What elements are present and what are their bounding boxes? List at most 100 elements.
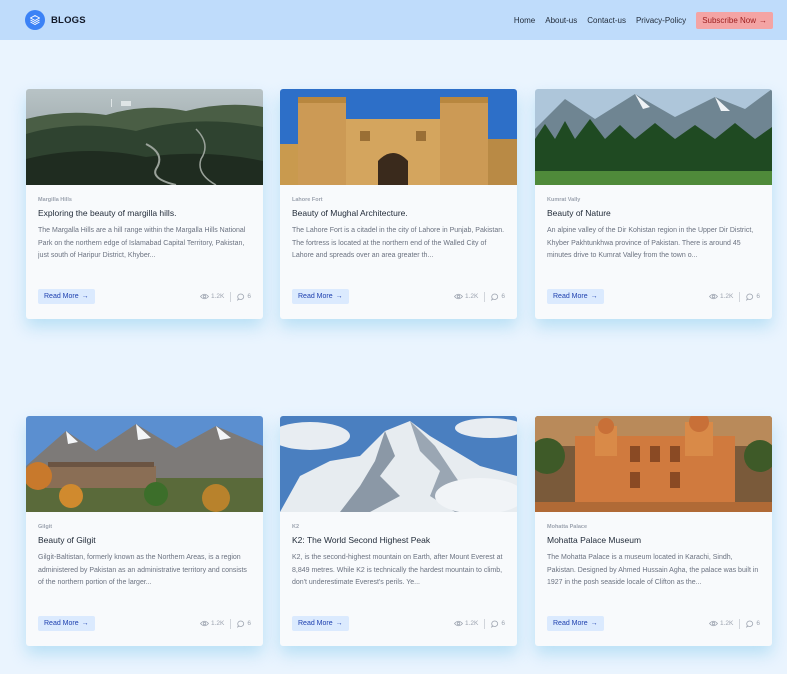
arrow-right-icon: → xyxy=(759,16,767,25)
read-more-button[interactable]: Read More → xyxy=(292,616,349,631)
navbar: BLOGS Home About-us Contact-us Privacy-P… xyxy=(0,0,787,40)
card-excerpt: The Mohatta Palace is a museum located i… xyxy=(547,554,759,586)
comments-count: 6 xyxy=(247,293,251,300)
blog-card: K2 K2: The World Second Highest Peak K2,… xyxy=(280,416,517,646)
subscribe-button[interactable]: Subscribe Now → xyxy=(696,12,773,29)
margalla-hills-image xyxy=(26,89,263,185)
views-stat: 1.2K xyxy=(709,293,733,300)
comments-count: 6 xyxy=(247,620,251,627)
views-count: 1.2K xyxy=(211,293,225,300)
gilgit-image xyxy=(26,416,263,512)
card-stats: 1.2K 6 xyxy=(200,291,251,302)
comment-icon xyxy=(491,620,499,628)
comment-icon xyxy=(746,620,754,628)
card-title[interactable]: Beauty of Mughal Architecture. xyxy=(292,208,505,218)
comment-icon xyxy=(746,293,754,301)
arrow-right-icon: → xyxy=(335,293,343,300)
blog-card: Mohatta Palace Mohatta Palace Museum The… xyxy=(535,416,772,646)
card-tag: K2 xyxy=(292,524,300,530)
card-stats: 1.2K 6 xyxy=(709,291,760,302)
nav-link-about[interactable]: About-us xyxy=(545,16,577,25)
eye-icon xyxy=(709,293,718,300)
arrow-right-icon: → xyxy=(81,620,89,627)
card-title[interactable]: Beauty of Gilgit xyxy=(38,535,251,545)
read-more-button[interactable]: Read More → xyxy=(292,289,349,304)
views-stat: 1.2K xyxy=(709,620,733,627)
stat-divider xyxy=(230,291,232,302)
read-more-label: Read More xyxy=(298,293,333,300)
comments-stat: 6 xyxy=(237,293,251,301)
views-stat: 1.2K xyxy=(200,293,224,300)
read-more-label: Read More xyxy=(298,620,333,627)
card-stats: 1.2K 6 xyxy=(200,618,251,629)
card-title[interactable]: Beauty of Nature xyxy=(547,208,760,218)
stat-divider xyxy=(230,618,232,629)
arrow-right-icon: → xyxy=(335,620,343,627)
comments-count: 6 xyxy=(756,293,760,300)
views-stat: 1.2K xyxy=(454,620,478,627)
card-title[interactable]: Mohatta Palace Museum xyxy=(547,535,760,545)
blog-card: Margilla Hills Exploring the beauty of m… xyxy=(26,89,263,319)
comment-icon xyxy=(237,293,245,301)
views-count: 1.2K xyxy=(720,620,734,627)
brand[interactable]: BLOGS xyxy=(25,10,86,30)
card-excerpt: The Margalla Hills are a hill range with… xyxy=(38,227,246,259)
read-more-label: Read More xyxy=(44,293,79,300)
read-more-button[interactable]: Read More → xyxy=(547,289,604,304)
card-tag: Lahore Fort xyxy=(292,197,323,203)
stat-divider xyxy=(484,618,486,629)
comments-stat: 6 xyxy=(237,620,251,628)
comments-stat: 6 xyxy=(491,293,505,301)
stat-divider xyxy=(739,618,741,629)
views-count: 1.2K xyxy=(465,293,479,300)
comments-stat: 6 xyxy=(491,620,505,628)
arrow-right-icon: → xyxy=(590,293,598,300)
card-stats: 1.2K 6 xyxy=(454,618,505,629)
k2-image xyxy=(280,416,517,512)
nav-link-contact[interactable]: Contact-us xyxy=(587,16,626,25)
nav-links: Home About-us Contact-us Privacy-Policy … xyxy=(504,12,773,29)
card-tag: Margilla Hills xyxy=(38,197,72,203)
arrow-right-icon: → xyxy=(590,620,598,627)
read-more-label: Read More xyxy=(553,293,588,300)
read-more-label: Read More xyxy=(44,620,79,627)
read-more-button[interactable]: Read More → xyxy=(38,289,95,304)
eye-icon xyxy=(200,293,209,300)
comments-count: 6 xyxy=(501,620,505,627)
comments-stat: 6 xyxy=(746,620,760,628)
comments-stat: 6 xyxy=(746,293,760,301)
nav-link-home[interactable]: Home xyxy=(514,16,535,25)
views-count: 1.2K xyxy=(211,620,225,627)
lahore-fort-image xyxy=(280,89,517,185)
layers-logo-icon xyxy=(25,10,45,30)
views-stat: 1.2K xyxy=(454,293,478,300)
blog-card: Gilgit Beauty of Gilgit Gilgit-Baltistan… xyxy=(26,416,263,646)
mohatta-palace-image xyxy=(535,416,772,512)
comments-count: 6 xyxy=(501,293,505,300)
arrow-right-icon: → xyxy=(81,293,89,300)
eye-icon xyxy=(709,620,718,627)
views-count: 1.2K xyxy=(720,293,734,300)
read-more-button[interactable]: Read More → xyxy=(547,616,604,631)
card-tag: Mohatta Palace xyxy=(547,524,588,530)
card-excerpt: An alpine valley of the Dir Kohistan reg… xyxy=(547,227,754,259)
comments-count: 6 xyxy=(756,620,760,627)
blog-card: Lahore Fort Beauty of Mughal Architectur… xyxy=(280,89,517,319)
card-title[interactable]: Exploring the beauty of margilla hills. xyxy=(38,208,251,218)
subscribe-label: Subscribe Now xyxy=(702,16,756,25)
eye-icon xyxy=(200,620,209,627)
read-more-label: Read More xyxy=(553,620,588,627)
brand-name: BLOGS xyxy=(51,14,86,26)
views-stat: 1.2K xyxy=(200,620,224,627)
stat-divider xyxy=(484,291,486,302)
blog-card: Kumrat Vally Beauty of Nature An alpine … xyxy=(535,89,772,319)
read-more-button[interactable]: Read More → xyxy=(38,616,95,631)
views-count: 1.2K xyxy=(465,620,479,627)
card-title[interactable]: K2: The World Second Highest Peak xyxy=(292,535,505,545)
card-stats: 1.2K 6 xyxy=(454,291,505,302)
card-excerpt: K2, is the second-highest mountain on Ea… xyxy=(292,554,503,586)
comment-icon xyxy=(237,620,245,628)
card-excerpt: The Lahore Fort is a citadel in the city… xyxy=(292,227,505,259)
nav-link-privacy[interactable]: Privacy-Policy xyxy=(636,16,686,25)
eye-icon xyxy=(454,620,463,627)
